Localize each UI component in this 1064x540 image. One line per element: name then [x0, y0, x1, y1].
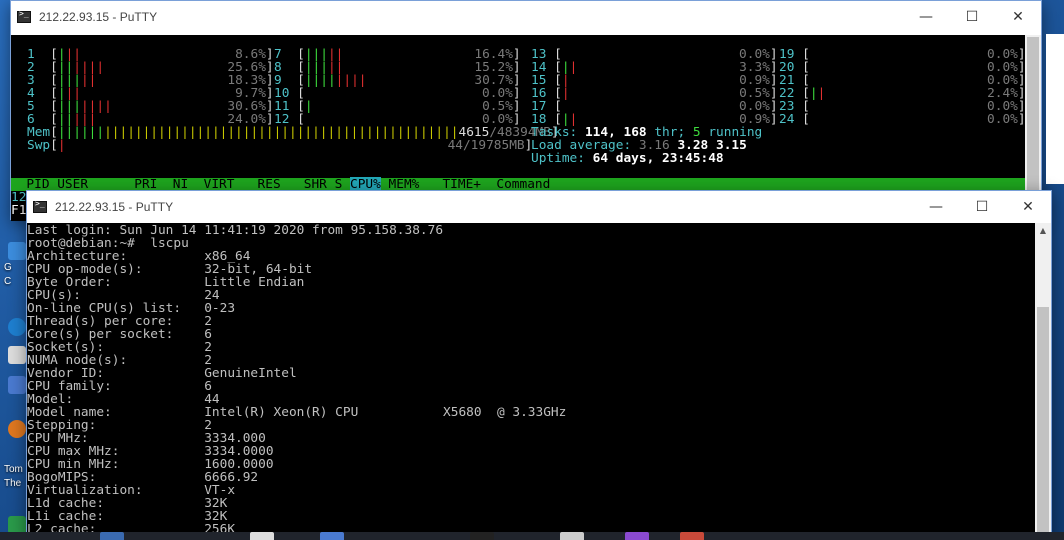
desktop-app-icon[interactable] [8, 420, 26, 438]
cpu-meters-col-3: 13 [ 0.0%] 14 [|| 3.3%] 15 [| 0.9%] 16 [| 0… [531, 48, 778, 126]
window-title: 212.22.93.15 - PuTTY [55, 200, 174, 214]
close-button[interactable]: ✕ [1005, 191, 1051, 223]
background-window-edge [1046, 34, 1064, 184]
function-key-peek: F1 [11, 203, 27, 218]
titlebar[interactable]: 212.22.93.15 - PuTTY — ☐ ✕ [11, 1, 1041, 33]
putty-icon [33, 199, 47, 213]
cpu-id: 24 [779, 112, 803, 127]
taskbar-app-icon[interactable] [560, 532, 584, 540]
taskbar [0, 532, 1064, 540]
front-scrollbar[interactable]: ▲ [1035, 223, 1051, 540]
putty-icon [17, 9, 31, 23]
cpu-meters-col-2: 7 [||||| 16.4%] 8 [||||| 15.2%] 9 [|||||||… [274, 48, 521, 126]
cpu-meters-col-1: 1 [||| 8.6%] 2 [|||||| 25.6%] 3 [||||| 18.… [27, 48, 274, 126]
scrollbar-thumb[interactable] [1037, 307, 1049, 537]
taskbar-app-icon[interactable] [470, 532, 494, 540]
desktop-app-icon[interactable] [8, 242, 26, 260]
swap-meter: Swp[| 44/19785MB] [27, 138, 533, 153]
lscpu-terminal[interactable]: Last login: Sun Jun 14 11:41:19 2020 fro… [27, 223, 1035, 540]
meter-gap [810, 112, 987, 127]
desktop-label: The [4, 478, 22, 489]
titlebar[interactable]: 212.22.93.15 - PuTTY — ☐ ✕ [27, 191, 1051, 223]
desktop-app-icon[interactable] [8, 376, 26, 394]
close-button[interactable]: ✕ [995, 1, 1041, 33]
putty-window-front[interactable]: 212.22.93.15 - PuTTY — ☐ ✕ Last login: S… [26, 190, 1052, 540]
cpu-meters-col-4: 19 [ 0.0%] 20 [ 0.0%] 21 [ 0.0%] 22 [|| 2.4… [779, 48, 1026, 126]
meter-bracket: ] [769, 112, 778, 127]
desktop-label: Tom [4, 464, 23, 475]
desktop-app-icon[interactable] [8, 318, 26, 336]
maximize-button[interactable]: ☐ [949, 1, 995, 33]
scroll-up-arrow-icon[interactable]: ▲ [1035, 223, 1051, 239]
taskbar-app-icon[interactable] [100, 532, 124, 540]
desktop-label: G [4, 262, 12, 273]
taskbar-app-icon[interactable] [320, 532, 344, 540]
cpu-meter-24: 24 [ 0.0%] [779, 113, 1026, 126]
taskbar-app-icon[interactable] [625, 532, 649, 540]
taskbar-app-icon[interactable] [680, 532, 704, 540]
maximize-button[interactable]: ☐ [959, 191, 1005, 223]
taskbar-app-icon[interactable] [250, 532, 274, 540]
desktop-app-icon[interactable] [8, 346, 26, 364]
putty-window-back[interactable]: 212.22.93.15 - PuTTY — ☐ ✕ 1 [||| 8.6%]2… [10, 0, 1042, 221]
minimize-button[interactable]: — [913, 191, 959, 223]
desktop-label: C [4, 276, 12, 287]
window-title: 212.22.93.15 - PuTTY [39, 10, 158, 24]
cpu-percent: 0.0% [987, 112, 1018, 127]
uptime-line: Uptime: 64 days, 23:45:48 [531, 151, 724, 166]
minimize-button[interactable]: — [903, 1, 949, 33]
meter-bracket: [ [802, 112, 810, 127]
